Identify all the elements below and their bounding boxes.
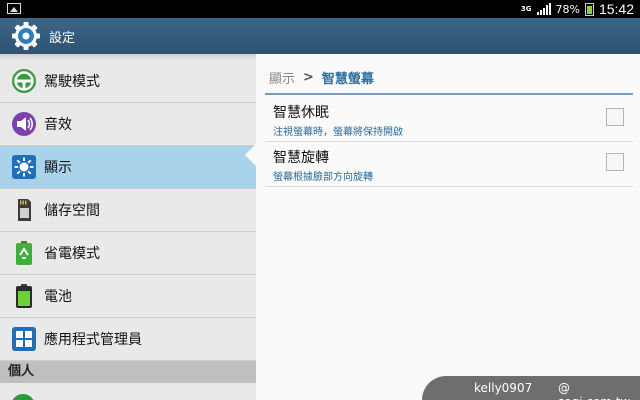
signal-icon [536, 3, 551, 15]
clock: 15:42 [598, 1, 634, 17]
action-bar: 設定 [0, 18, 640, 54]
status-bar: 3G 78% 15:42 [0, 0, 640, 18]
pref-smart-rotation[interactable]: 智慧旋轉 螢幕根據臉部方向旋轉 [265, 142, 633, 187]
pref-summary: 注視螢幕時，螢幕將保持開啟 [273, 127, 403, 138]
battery-icon [584, 2, 594, 16]
sidebar-item-label: 駕駛模式 [44, 74, 100, 90]
breadcrumb-parent[interactable]: 顯示 [269, 68, 295, 87]
watermark-site: @ sogi.com.tw [558, 381, 630, 400]
header-divider [265, 93, 633, 95]
sidebar-item-label: 省電模式 [44, 246, 100, 262]
sidebar-item-sound[interactable]: 音效 [0, 103, 256, 146]
pref-summary: 螢幕根據臉部方向旋轉 [273, 172, 373, 183]
battery-icon [16, 284, 32, 308]
picture-notification-icon [7, 3, 21, 14]
network-type: 3G [520, 4, 532, 13]
content-pane: 顯示 > 智慧螢幕 智慧休眠 注視螢幕時，螢幕將保持開啟 智慧旋轉 螢幕根據臉部… [256, 54, 640, 400]
breadcrumb-current: 智慧螢幕 [321, 72, 374, 87]
watermark: kelly0907 @ sogi.com.tw [422, 376, 640, 400]
pref-title: 智慧旋轉 [273, 150, 329, 166]
sd-card-icon [18, 199, 31, 221]
speaker-icon [12, 112, 36, 136]
sidebar-item-label: 顯示 [44, 160, 72, 176]
sidebar-item-driving-mode[interactable]: 駕駛模式 [0, 60, 256, 103]
app-grid-icon [12, 327, 36, 351]
sidebar-item-label: 儲存空間 [44, 203, 100, 219]
status-indicators: 3G 78% 15:42 [521, 0, 634, 18]
sidebar-item-label: 音效 [44, 117, 72, 133]
smart-rotation-checkbox[interactable] [606, 153, 624, 171]
sidebar-item-power-saving[interactable]: 省電模式 [0, 232, 256, 275]
selection-pointer [245, 144, 256, 166]
sidebar-item-label: 應用程式管理員 [44, 332, 142, 348]
pref-title: 智慧休眠 [273, 105, 329, 121]
settings-sidebar: 駕駛模式 音效 顯示 儲存空間 省電模式 電池 應用程式管理員 個人 [0, 54, 256, 400]
sidebar-item-display[interactable]: 顯示 [0, 146, 256, 189]
steering-wheel-icon [12, 69, 36, 93]
sidebar-item-battery[interactable]: 電池 [0, 275, 256, 318]
partial-list-icon[interactable] [11, 394, 35, 400]
gear-icon[interactable] [11, 21, 41, 51]
display-brightness-icon [12, 155, 36, 179]
sidebar-item-label: 電池 [44, 289, 72, 305]
pref-smart-stay[interactable]: 智慧休眠 注視螢幕時，螢幕將保持開啟 [265, 97, 633, 142]
breadcrumb-separator: > [303, 70, 314, 85]
battery-percent: 78% [555, 2, 580, 16]
recycle-battery-icon [16, 241, 32, 265]
breadcrumb: 顯示 > 智慧螢幕 [269, 68, 374, 87]
watermark-user: kelly0907 [474, 381, 533, 395]
sidebar-item-app-manager[interactable]: 應用程式管理員 [0, 318, 256, 361]
section-header-personal: 個人 [0, 361, 256, 383]
smart-stay-checkbox[interactable] [606, 108, 624, 126]
sidebar-item-storage[interactable]: 儲存空間 [0, 189, 256, 232]
page-title: 設定 [49, 30, 76, 46]
